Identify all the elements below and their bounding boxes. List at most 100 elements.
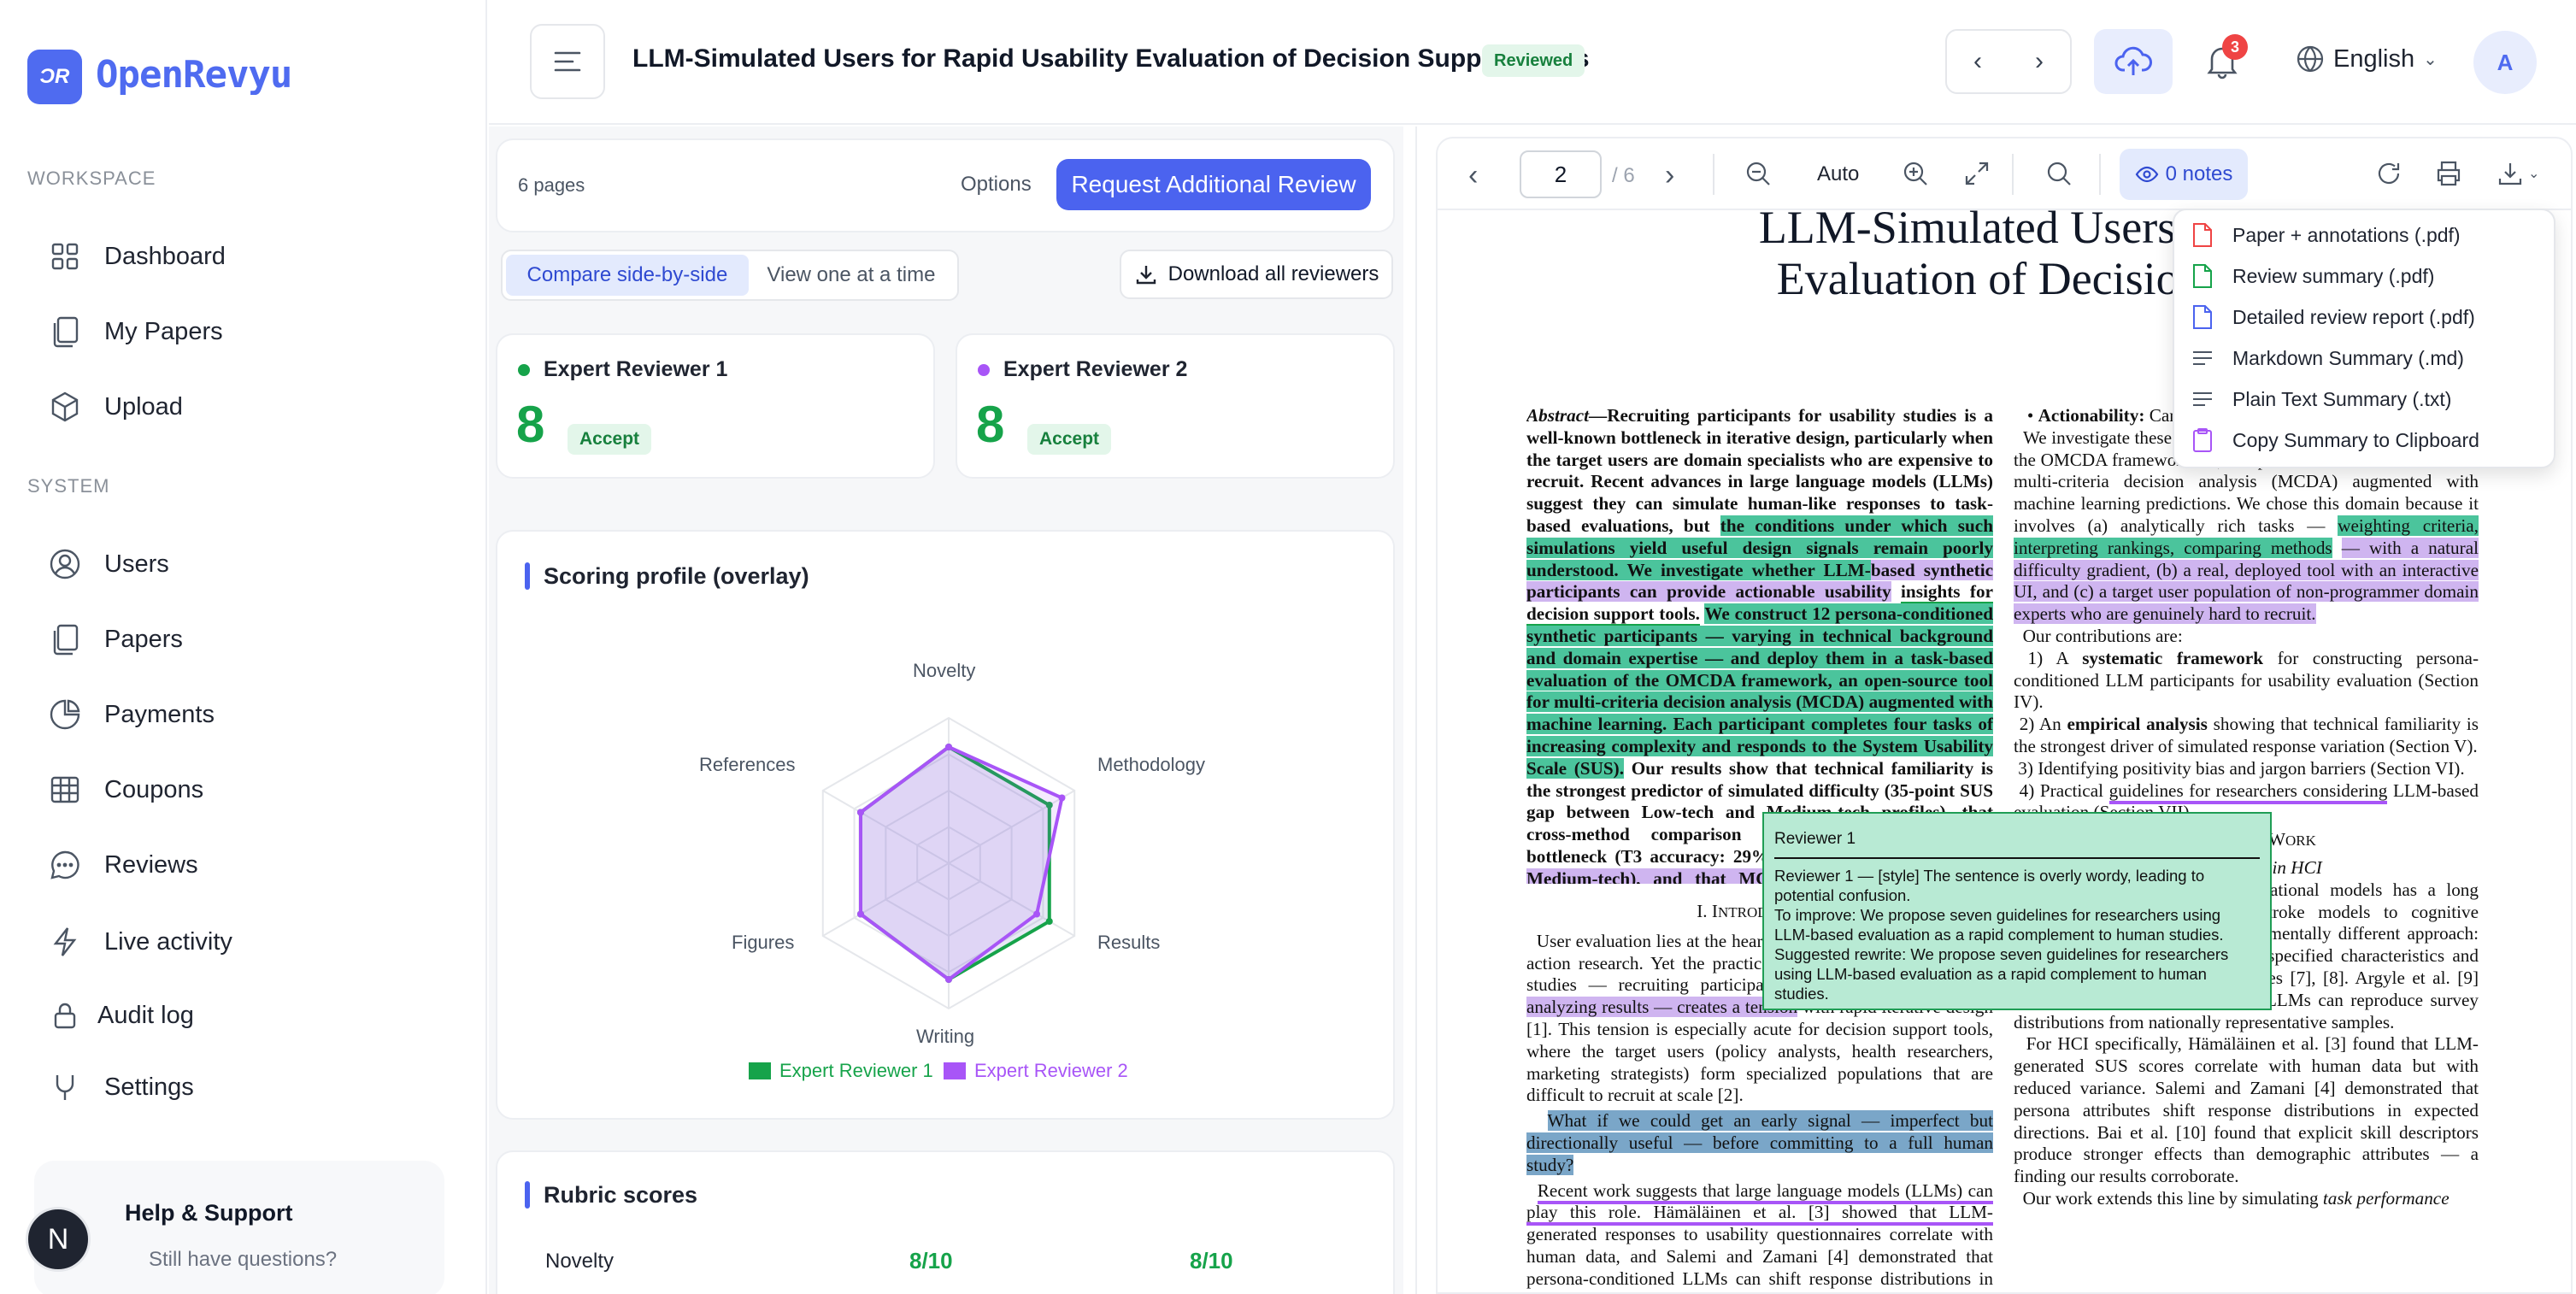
clipboard-icon [2193,428,2212,452]
sidebar-item-settings[interactable]: Settings [48,1067,194,1108]
sidebar-item-label: Reviews [104,850,198,879]
sidebar-item-label: My Papers [104,317,223,345]
plug-icon [56,1075,74,1100]
lines-icon [2193,392,2212,406]
reviewer-2-score: 8 [976,396,1005,453]
rubric-title: Rubric scores [544,1181,698,1208]
reviewer-2-name: Expert Reviewer 2 [1003,357,1188,381]
radar-series-2[interactable] [858,744,1064,982]
radar-axis-label-results: Results [1097,932,1161,953]
fit-page-button[interactable] [1962,159,1991,188]
paper-nav: ‹ › [1945,29,2072,94]
sidebar-item-reviews[interactable]: Reviews [48,844,198,885]
legend-item-reviewer-1: Expert Reviewer 1 [749,1060,933,1082]
menu-toggle-button[interactable] [530,24,605,99]
prev-page-button[interactable]: ‹ [1468,159,1478,192]
zoom-in-button[interactable] [1901,159,1930,188]
zoom-level[interactable]: Auto [1817,162,1859,186]
cube-icon [51,391,79,422]
sidebar-item-label: Users [104,550,169,578]
chevron-right-icon: › [2035,47,2044,75]
radar-axis-label-references: References [699,754,796,775]
options-button[interactable]: Options [961,173,1032,197]
radar-point[interactable] [945,744,952,750]
sidebar-item-audit-log[interactable]: Audit log [48,995,194,1036]
radar-axis-label-writing: Writing [916,1026,975,1047]
refresh-button[interactable] [2374,159,2403,188]
sidebar-item-users[interactable]: Users [48,544,169,585]
radar-point[interactable] [1033,910,1041,918]
print-button[interactable] [2434,159,2463,188]
reviewer-card-2[interactable] [956,333,1395,479]
export-menu-button[interactable]: ⌄ [2496,159,2539,188]
tab-compare-side-by-side[interactable]: Compare side-by-side [506,255,749,296]
refresh-icon [2378,162,2400,185]
sidebar-item-papers[interactable]: Papers [48,619,183,660]
toolbar-separator [2099,154,2101,195]
scoring-profile-title: Scoring profile (overlay) [544,562,809,589]
download-all-reviewers-button[interactable]: Download all reviewers [1120,250,1393,299]
legend-label: Expert Reviewer 1 [779,1060,933,1081]
previous-paper-button[interactable]: ‹ [1947,31,2008,92]
radar-point[interactable] [856,809,864,816]
printer-icon [2437,161,2461,186]
next-page-button[interactable]: › [1665,159,1674,192]
legend-label: Expert Reviewer 2 [974,1060,1128,1081]
sidebar-item-label: Coupons [104,775,204,803]
rubric-heading: Rubric scores [525,1181,697,1209]
sidebar-item-label: Settings [104,1073,194,1101]
sidebar-item-my-papers[interactable]: My Papers [48,311,223,352]
cloud-upload-button[interactable] [2094,29,2173,94]
page-number-input[interactable]: 2 [1520,150,1602,198]
sidebar: ƆR OpenRevyu WORKSPACE Dashboard My Pape… [0,0,487,1294]
tab-view-one-at-a-time[interactable]: View one at a time [749,255,954,296]
sidebar-item-payments[interactable]: Payments [48,694,215,735]
radar-axis-label-figures: Figures [732,932,795,953]
notes-toggle-button[interactable]: 0 notes [2120,149,2248,200]
view-mode-toggle: Compare side-by-side View one at a time [501,250,959,301]
menu-item-review-summary[interactable]: Review summary (.pdf) [2191,263,2434,289]
zoom-out-button[interactable] [1744,159,1773,188]
logo-mark[interactable]: ƆR [27,50,82,104]
menu-item-detailed-report[interactable]: Detailed review report (.pdf) [2191,304,2475,330]
rubric-score-reviewer-2: 8/10 [1190,1248,1233,1273]
radar-point[interactable] [856,910,864,918]
menu-item-markdown-summary[interactable]: Markdown Summary (.md) [2191,345,2464,371]
rubric-criterion: Novelty [545,1250,615,1273]
sidebar-item-label: Payments [104,700,215,728]
sidebar-item-live-activity[interactable]: Live activity [48,921,232,962]
sidebar-item-label: Dashboard [104,242,226,270]
tooltip-rewrite: Suggested rewrite: We propose seven guid… [1774,945,2229,1003]
table-icon [50,776,79,803]
menu-item-label: Detailed review report (.pdf) [2232,305,2475,328]
doc-icon [2193,305,2212,329]
radar-point[interactable] [1058,794,1066,802]
avatar[interactable]: N [26,1207,91,1272]
help-card[interactable] [34,1161,444,1294]
user-avatar[interactable]: A [2473,31,2537,94]
reviewer-1-name: Expert Reviewer 1 [544,357,728,381]
radar-axis-label-novelty: Novelty [913,660,976,681]
search-button[interactable] [2044,159,2073,188]
menu-item-paper-annotations[interactable]: Paper + annotations (.pdf) [2191,222,2461,248]
menu-item-copy-summary[interactable]: Copy Summary to Clipboard [2191,427,2479,453]
menu-item-plain-text-summary[interactable]: Plain Text Summary (.txt) [2191,386,2451,412]
pie-chart-icon [50,699,80,730]
help-title: Help & Support [125,1200,293,1226]
panel-divider[interactable] [1415,126,1417,1294]
radar-point[interactable] [945,976,952,983]
sidebar-item-label: Papers [104,625,183,653]
sidebar-item-upload[interactable]: Upload [48,386,183,427]
language-selector[interactable]: English ⌄ [2296,44,2438,74]
radar-point[interactable] [1045,918,1053,925]
notes-count: 0 notes [2165,162,2233,185]
reviewer-card-1[interactable] [496,333,935,479]
zoom-in-icon [1903,162,1927,185]
sidebar-item-coupons[interactable]: Coupons [48,769,203,810]
sidebar-item-dashboard[interactable]: Dashboard [48,236,226,277]
request-additional-review-button[interactable]: Request Additional Review [1056,159,1371,210]
chat-icon [50,850,79,879]
legend-item-reviewer-2: Expert Reviewer 2 [944,1060,1128,1082]
next-paper-button[interactable]: › [2008,31,2070,92]
brand-name[interactable]: OpenRevyu [96,53,292,97]
